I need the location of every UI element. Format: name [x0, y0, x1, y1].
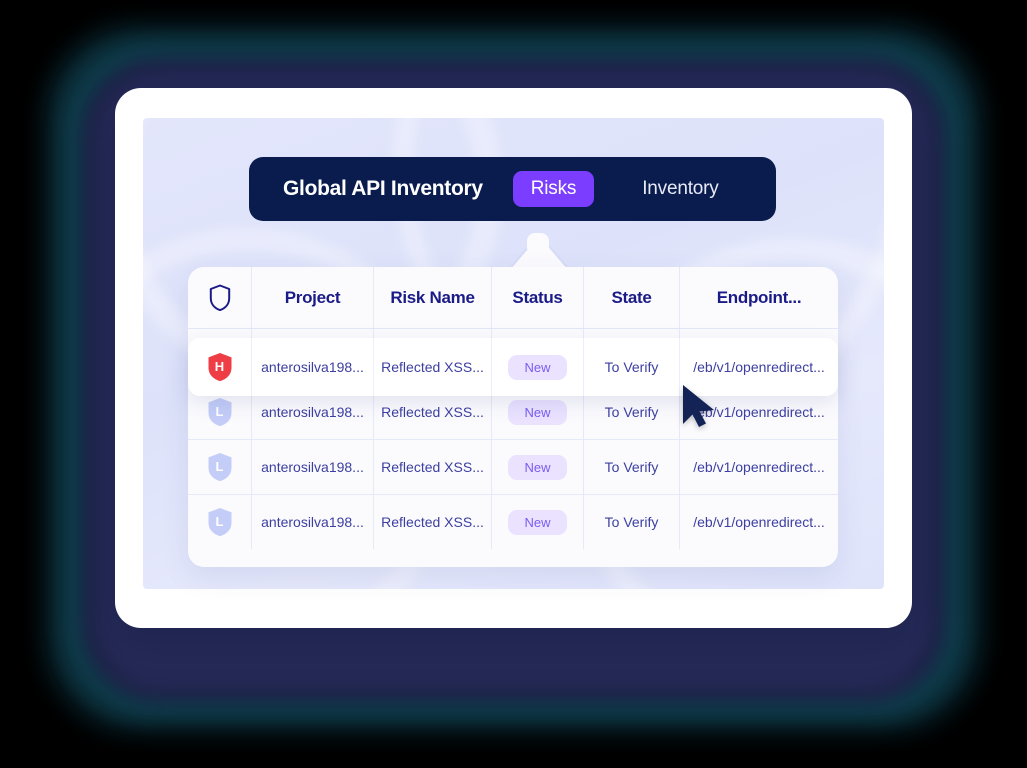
cell-endpoint: /eb/v1/openredirect... — [693, 459, 825, 475]
cell-endpoint: /eb/v1/openredirect... — [693, 514, 825, 530]
cell-project: anterosilva198... — [252, 440, 374, 494]
cell-project: anterosilva198... — [252, 495, 374, 549]
column-header-status: Status — [492, 267, 584, 328]
severity-letter: L — [215, 403, 224, 419]
column-header-endpoint: Endpoint... — [716, 287, 802, 307]
table-row[interactable]: L anterosilva198... Reflected XSS... New… — [188, 494, 838, 549]
cell-status: New — [492, 440, 584, 494]
cell-severity: H — [188, 338, 252, 396]
cell-state: To Verify — [584, 495, 680, 549]
inventory-header-bar: Global API Inventory Risks Inventory — [249, 157, 776, 221]
column-header-project: Project — [252, 267, 374, 328]
cell-risk-name: Reflected XSS... — [374, 440, 492, 494]
severity-letter: L — [215, 513, 224, 529]
column-header-severity — [188, 267, 252, 328]
status-badge: New — [508, 354, 567, 380]
cell-state: To Verify — [584, 338, 680, 396]
screenshot-root: Global API Inventory Risks Inventory Pro… — [0, 0, 1027, 768]
severity-letter: H — [214, 358, 225, 374]
severity-shield-low-icon: L — [206, 397, 234, 428]
cell-status: New — [492, 495, 584, 549]
table-header-row: Project Risk Name Status State Endpoint.… — [188, 267, 838, 329]
shield-icon — [209, 284, 230, 311]
severity-shield-low-icon: L — [206, 507, 234, 538]
severity-shield-low-icon: L — [206, 452, 234, 483]
table-row-highlighted[interactable]: H anterosilva198... Reflected XSS... New… — [188, 338, 838, 396]
cell-risk-name: Reflected XSS... — [374, 338, 492, 396]
column-header-risk-name: Risk Name — [374, 267, 492, 328]
cell-state: To Verify — [584, 440, 680, 494]
cell-project: anterosilva198... — [252, 338, 374, 396]
status-badge: New — [508, 454, 567, 480]
cell-severity: L — [188, 495, 252, 549]
status-badge: New — [508, 509, 567, 535]
severity-shield-high-icon: H — [206, 352, 234, 383]
cell-risk-name: Reflected XSS... — [374, 495, 492, 549]
status-badge: New — [508, 399, 567, 425]
tab-inventory[interactable]: Inventory — [624, 171, 736, 207]
cell-status: New — [492, 338, 584, 396]
tab-risks[interactable]: Risks — [512, 171, 595, 207]
page-title: Global API Inventory — [283, 177, 483, 200]
tooltip-notch-tip — [527, 233, 549, 249]
risks-table: Project Risk Name Status State Endpoint.… — [188, 267, 838, 567]
mouse-pointer-icon — [683, 385, 714, 427]
severity-letter: L — [215, 458, 224, 474]
cell-severity: L — [188, 440, 252, 494]
table-row[interactable]: L anterosilva198... Reflected XSS... New… — [188, 439, 838, 494]
column-header-state: State — [584, 267, 680, 328]
